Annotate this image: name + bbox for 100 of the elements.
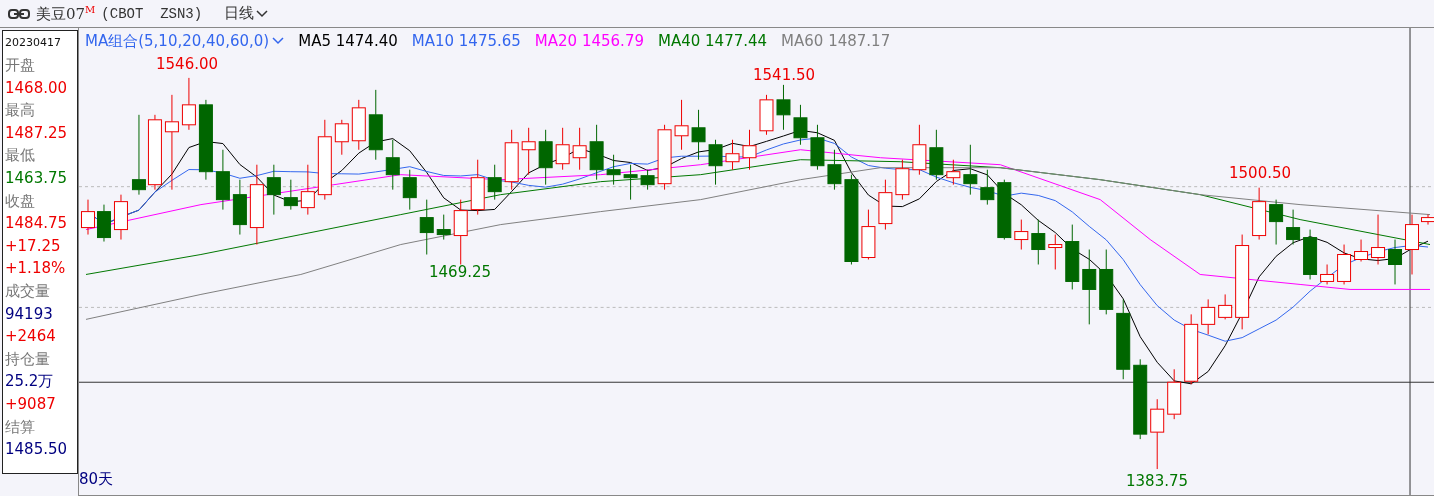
ma-legend-item: MA20 1456.79: [534, 32, 644, 50]
rising-candle: [742, 129, 757, 171]
falling-candle: [929, 129, 944, 181]
rising-candle: [674, 99, 689, 151]
falling-candle: [1286, 209, 1301, 246]
falling-candle: [538, 129, 553, 186]
quote-label: 最高: [5, 100, 36, 122]
rising-candle: [946, 159, 961, 186]
falling-candle: [283, 179, 298, 211]
falling-candle: [419, 199, 434, 255]
quote-value: +2464: [5, 326, 57, 348]
quote-date: 20230417: [5, 35, 62, 51]
rising-candle: [1201, 298, 1216, 335]
falling-candle: [1303, 229, 1318, 280]
rising-candle: [555, 127, 570, 171]
falling-candle: [215, 149, 230, 211]
falling-candle: [487, 164, 502, 201]
falling-candle: [640, 169, 655, 191]
rising-candle: [759, 94, 774, 136]
falling-candle: [589, 124, 604, 181]
rising-candle: [657, 124, 672, 191]
ma-legend-item: MA10 1475.65: [411, 32, 521, 50]
high-price-label: 1500.50: [1229, 164, 1292, 182]
rising-candle: [1337, 244, 1352, 285]
instrument-code: (CBOT ZSN3): [101, 5, 203, 22]
quote-value: 1487.25: [5, 122, 69, 144]
chevron-down-icon: [256, 9, 269, 18]
falling-candle: [232, 179, 247, 236]
quote-value: 1484.75: [5, 213, 69, 235]
rising-candle: [1371, 214, 1386, 265]
falling-candle: [1031, 219, 1046, 265]
low-price-label: 1383.75: [1126, 472, 1189, 490]
rising-candle: [1218, 293, 1233, 320]
ma-legend-item: MA40 1477.44: [657, 32, 768, 50]
falling-candle: [827, 149, 842, 191]
falling-candle: [1065, 224, 1080, 290]
falling-candle: [402, 169, 417, 211]
rising-candle: [725, 139, 740, 171]
quote-label: 结算: [5, 416, 36, 438]
link-icon[interactable]: [8, 8, 30, 19]
falling-candle: [606, 154, 621, 186]
period-dropdown[interactable]: 日线: [222, 4, 271, 23]
falling-candle: [368, 89, 383, 161]
quote-label: 开盘: [5, 55, 36, 76]
rising-candle: [895, 159, 910, 201]
rising-candle: [912, 124, 927, 176]
falling-candle: [708, 139, 723, 186]
ma-legend-item: MA60 1487.17: [781, 32, 891, 50]
rising-candle: [300, 164, 315, 216]
rising-candle: [1167, 368, 1182, 420]
falling-candle: [980, 169, 995, 206]
quote-value: +9087: [5, 393, 57, 415]
rising-candle: [181, 77, 196, 131]
falling-candle: [623, 164, 638, 201]
falling-candle: [1099, 249, 1114, 315]
rising-candle: [878, 179, 893, 231]
rising-candle: [861, 209, 876, 260]
rising-candle: [504, 129, 519, 191]
rising-candle: [1354, 239, 1369, 262]
quote-label: 最低: [5, 145, 36, 167]
quote-label: 成交量: [5, 280, 51, 302]
quote-label: 持仓量: [5, 348, 51, 370]
rising-candle: [470, 159, 485, 216]
falling-candle: [793, 104, 808, 146]
rising-candle: [1014, 219, 1029, 251]
falling-candle: [385, 139, 400, 191]
high-price-label: 1541.50: [753, 66, 816, 84]
falling-candle: [776, 84, 791, 131]
ma-legend-item: MA5 1474.40: [298, 32, 398, 50]
period-count-label: 80天: [79, 470, 114, 489]
falling-candle: [997, 179, 1012, 241]
falling-candle: [963, 144, 978, 196]
ma-selector-dropdown[interactable]: MA组合(5,10,20,40,60,0): [85, 31, 285, 51]
quote-value: +17.25: [5, 235, 62, 257]
high-price-label: 1546.00: [156, 55, 219, 73]
quote-label: 收盘: [5, 190, 36, 212]
rising-candle: [1184, 313, 1199, 385]
rising-candle: [1150, 398, 1165, 470]
quote-value: 25.2万: [5, 371, 55, 393]
instrument-title: 美豆07$^{M}$: [36, 3, 96, 24]
rising-candle: [521, 127, 536, 176]
rising-candle: [453, 199, 468, 265]
quote-value: +1.18%: [5, 258, 67, 280]
low-price-label: 1469.25: [429, 263, 492, 281]
rising-candle: [81, 199, 95, 236]
quote-value: 1468.00: [5, 77, 69, 99]
rising-candle: [572, 127, 587, 171]
falling-candle: [266, 164, 281, 216]
falling-candle: [1269, 199, 1284, 246]
quote-value: 94193: [5, 303, 54, 325]
falling-candle: [1388, 239, 1402, 285]
rising-candle: [334, 119, 349, 156]
rising-candle: [1320, 264, 1335, 285]
rising-candle: [1405, 214, 1419, 275]
falling-candle: [691, 109, 706, 161]
falling-candle: [436, 214, 451, 241]
chevron-down-icon: [272, 37, 285, 45]
falling-candle: [810, 124, 825, 171]
rising-candle: [1252, 187, 1267, 241]
falling-candle: [97, 204, 111, 243]
